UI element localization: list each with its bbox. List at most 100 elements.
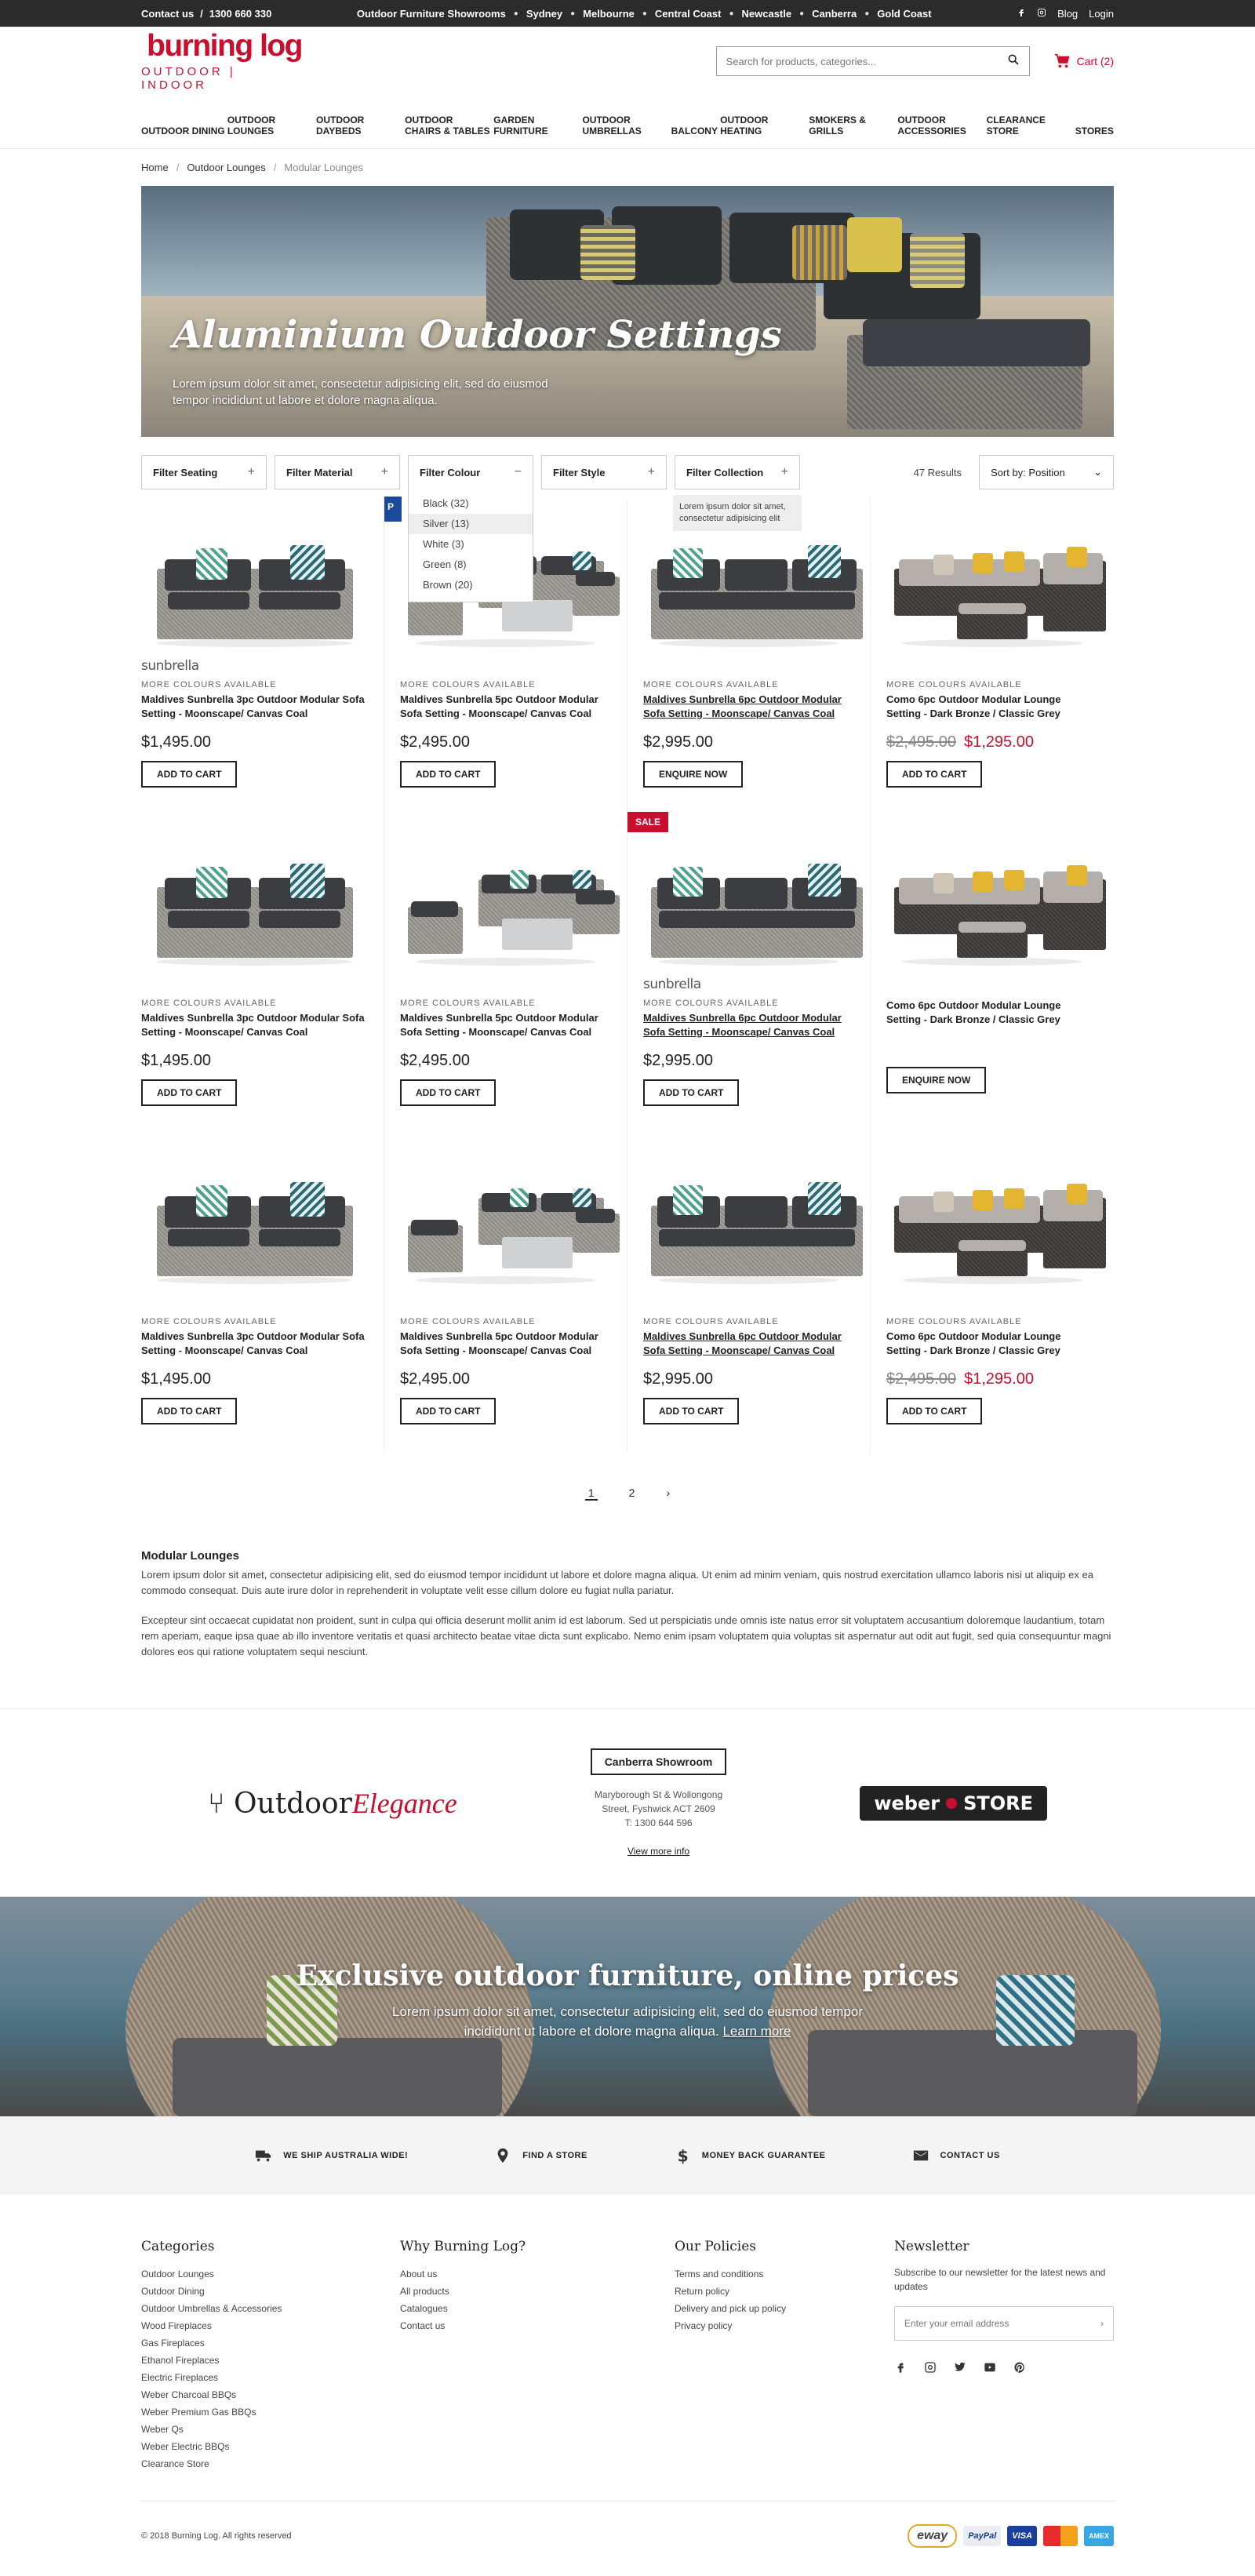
pinterest-icon[interactable] — [1013, 2361, 1026, 2374]
product-card[interactable]: sunbrella MORE COLOURS AVAILABLE Maldives … — [141, 498, 384, 817]
youtube-icon[interactable] — [984, 2361, 996, 2374]
product-card[interactable]: MORE COLOURS AVAILABLE Maldives Sunbrella… — [141, 1135, 384, 1454]
product-card[interactable]: MORE COLOURS AVAILABLE Como 6pc Outdoor M… — [871, 1135, 1114, 1454]
nav-smokers-grills[interactable]: SMOKERS & GRILLS — [809, 115, 895, 136]
nav-outdoor-chairs-tables[interactable]: OUTDOOR CHAIRS & TABLES — [405, 115, 491, 136]
nav-outdoor-lounges[interactable]: OUTDOOR LOUNGES — [227, 115, 314, 136]
filter-material-button[interactable]: Filter Material + — [275, 455, 400, 489]
product-card[interactable]: MORE COLOURS AVAILABLE Maldives Sunbrella… — [384, 1135, 628, 1454]
product-title[interactable]: Maldives Sunbrella 5pc Outdoor Modular S… — [400, 693, 611, 721]
product-image[interactable] — [886, 514, 1106, 655]
footer-why-link[interactable]: Contact us — [400, 2317, 675, 2334]
facebook-icon[interactable] — [1017, 8, 1026, 20]
footer-category-link[interactable]: Weber Charcoal BBQs — [141, 2386, 400, 2403]
filter-colour-button[interactable]: Filter Colour − — [408, 455, 533, 489]
product-card[interactable]: MORE COLOURS AVAILABLE Maldives Sunbrella… — [384, 817, 628, 1135]
footer-category-link[interactable]: Outdoor Lounges — [141, 2265, 400, 2283]
page-1-link[interactable]: 1 — [584, 1486, 598, 1501]
product-title[interactable]: Maldives Sunbrella 6pc Outdoor Modular S… — [643, 693, 854, 721]
nav-outdoor-heating[interactable]: OUTDOOR HEATING — [720, 115, 806, 136]
page-2-link[interactable]: 2 — [629, 1486, 635, 1501]
footer-policy-link[interactable]: Privacy policy — [675, 2317, 894, 2334]
login-link[interactable]: Login — [1089, 8, 1114, 20]
product-card[interactable]: MORE COLOURS AVAILABLE Maldives Sunbrella… — [141, 817, 384, 1135]
product-cta-button[interactable]: ADD TO CART — [141, 1398, 238, 1424]
product-image[interactable] — [400, 1151, 620, 1292]
footer-category-link[interactable]: Weber Electric BBQs — [141, 2438, 400, 2455]
product-image[interactable] — [141, 514, 368, 655]
nav-outdoor-umbrellas[interactable]: OUTDOOR UMBRELLAS — [582, 115, 668, 136]
product-cta-button[interactable]: ADD TO CART — [886, 1398, 983, 1424]
footer-category-link[interactable]: Clearance Store — [141, 2455, 400, 2472]
product-image[interactable] — [141, 1151, 368, 1292]
footer-category-link[interactable]: Weber Premium Gas BBQs — [141, 2403, 400, 2421]
cart-link[interactable]: Cart (2) — [1053, 53, 1114, 70]
footer-why-link[interactable]: All products — [400, 2283, 675, 2300]
footer-category-link[interactable]: Gas Fireplaces — [141, 2334, 400, 2352]
weber-store-logo[interactable]: weber STORE — [860, 1786, 1048, 1821]
location-newcastle[interactable]: Newcastle — [742, 8, 792, 20]
blog-link[interactable]: Blog — [1057, 8, 1078, 20]
footer-category-link[interactable]: Outdoor Dining — [141, 2283, 400, 2300]
view-more-info-link[interactable]: View more info — [628, 1844, 689, 1858]
instagram-icon[interactable] — [1037, 8, 1046, 20]
product-cta-button[interactable]: ADD TO CART — [400, 1398, 497, 1424]
location-sydney[interactable]: Sydney — [526, 8, 562, 20]
product-cta-button[interactable]: ADD TO CART — [400, 1079, 497, 1106]
product-title[interactable]: Maldives Sunbrella 6pc Outdoor Modular S… — [643, 1330, 854, 1358]
sort-select[interactable]: Sort by: Position ⌄ — [979, 455, 1114, 489]
product-title[interactable]: Como 6pc Outdoor Modular Lounge Setting … — [886, 1330, 1098, 1358]
nav-outdoor-dining[interactable]: OUTDOOR DINING — [141, 126, 225, 136]
twitter-icon[interactable] — [954, 2361, 966, 2374]
facebook-icon[interactable] — [894, 2361, 907, 2374]
search-input[interactable] — [726, 55, 977, 67]
nav-garden-furniture[interactable]: GARDEN FURNITURE — [493, 115, 580, 136]
colour-option-silver[interactable]: Silver (13) — [409, 514, 533, 534]
product-title[interactable]: Como 6pc Outdoor Modular Lounge Setting … — [886, 693, 1098, 721]
colour-option-white[interactable]: White (3) — [409, 534, 533, 555]
breadcrumb-outdoor-lounges[interactable]: Outdoor Lounges — [187, 162, 265, 173]
filter-collection-button[interactable]: Filter Collection + — [675, 455, 800, 489]
footer-why-link[interactable]: About us — [400, 2265, 675, 2283]
product-card[interactable]: SALE sunbrella MORE COLOURS AVAILABLE Maldi… — [628, 812, 871, 1135]
submit-arrow-icon[interactable]: › — [1100, 2318, 1104, 2329]
product-cta-button[interactable]: ADD TO CART — [643, 1079, 740, 1106]
product-cta-button[interactable]: ADD TO CART — [886, 761, 983, 788]
product-image[interactable] — [141, 832, 368, 973]
product-image[interactable] — [886, 1151, 1106, 1292]
colour-option-brown[interactable]: Brown (20) — [409, 575, 533, 595]
filter-style-button[interactable]: Filter Style + — [541, 455, 667, 489]
product-card[interactable]: Como 6pc Outdoor Modular Lounge Setting … — [871, 817, 1114, 1135]
product-image[interactable] — [886, 832, 1106, 973]
footer-category-link[interactable]: Electric Fireplaces — [141, 2369, 400, 2386]
product-title[interactable]: Maldives Sunbrella 3pc Outdoor Modular S… — [141, 1011, 368, 1039]
footer-policy-link[interactable]: Return policy — [675, 2283, 894, 2300]
product-cta-button[interactable]: ADD TO CART — [141, 761, 238, 788]
product-card[interactable]: MORE COLOURS AVAILABLE Maldives Sunbrella… — [628, 498, 871, 817]
product-title[interactable]: Maldives Sunbrella 6pc Outdoor Modular S… — [643, 1011, 854, 1039]
next-page-icon[interactable]: › — [666, 1486, 670, 1501]
product-title[interactable]: Maldives Sunbrella 5pc Outdoor Modular S… — [400, 1330, 611, 1358]
nav-clearance-store[interactable]: CLEARANCE STORE — [987, 115, 1073, 136]
footer-category-link[interactable]: Outdoor Umbrellas & Accessories — [141, 2300, 400, 2317]
product-card[interactable]: MORE COLOURS AVAILABLE Maldives Sunbrella… — [628, 1135, 871, 1454]
footer-why-link[interactable]: Catalogues — [400, 2300, 675, 2317]
site-logo[interactable]: burning log OUTDOOR | INDOOR — [141, 31, 307, 93]
contact-link[interactable]: Contact us — [141, 8, 194, 20]
search-icon[interactable] — [1007, 53, 1020, 70]
product-title[interactable]: Maldives Sunbrella 3pc Outdoor Modular S… — [141, 693, 368, 721]
outdoor-elegance-logo[interactable]: ⑂ OutdoorElegance — [208, 1787, 457, 1820]
colour-option-black[interactable]: Black (32) — [409, 493, 533, 514]
product-cta-button[interactable]: ENQUIRE NOW — [643, 761, 744, 788]
filter-seating-button[interactable]: Filter Seating + — [141, 455, 267, 489]
footer-policy-link[interactable]: Delivery and pick up policy — [675, 2300, 894, 2317]
phone-link[interactable]: 1300 660 330 — [209, 8, 272, 20]
location-canberra[interactable]: Canberra — [812, 8, 857, 20]
product-cta-button[interactable]: ADD TO CART — [400, 761, 497, 788]
location-central-coast[interactable]: Central Coast — [655, 8, 722, 20]
nav-balcony[interactable]: BALCONY — [671, 126, 718, 136]
location-melbourne[interactable]: Melbourne — [583, 8, 635, 20]
product-cta-button[interactable]: ADD TO CART — [643, 1398, 740, 1424]
product-cta-button[interactable]: ENQUIRE NOW — [886, 1067, 987, 1093]
product-cta-button[interactable]: ADD TO CART — [141, 1079, 238, 1106]
